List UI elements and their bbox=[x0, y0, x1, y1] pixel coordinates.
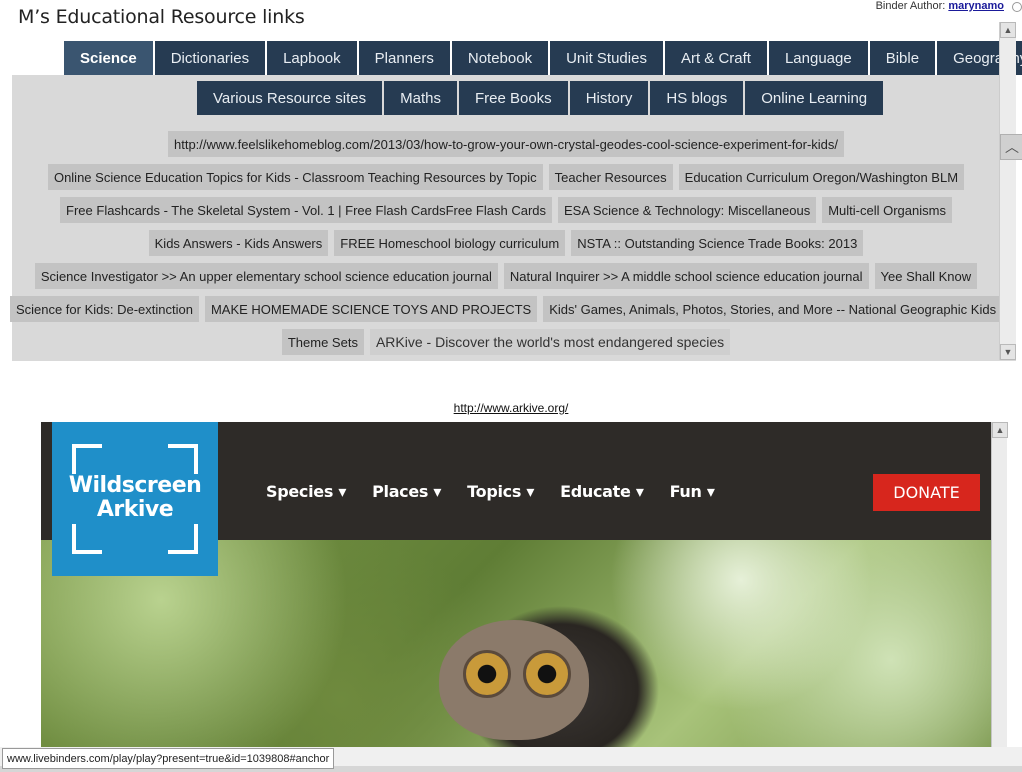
tab-planners[interactable]: Planners bbox=[358, 41, 450, 75]
link-item[interactable]: MAKE HOMEMADE SCIENCE TOYS AND PROJECTS bbox=[204, 296, 538, 322]
link-item[interactable]: Science Investigator >> An upper element… bbox=[34, 263, 498, 289]
arrow-down-icon[interactable]: ▼ bbox=[1000, 344, 1016, 360]
frame-scrollbar[interactable]: ▲ bbox=[991, 422, 1008, 762]
info-icon[interactable] bbox=[1012, 2, 1022, 12]
menu-fun[interactable]: Fun ▾ bbox=[670, 482, 715, 501]
tab-history[interactable]: History bbox=[569, 81, 649, 115]
link-row: Science for Kids: De-extinction MAKE HOM… bbox=[9, 296, 1003, 322]
site-menu: Species ▾ Places ▾ Topics ▾ Educate ▾ Fu… bbox=[266, 482, 741, 501]
tab-bible[interactable]: Bible bbox=[869, 41, 936, 75]
tab-art-craft[interactable]: Art & Craft bbox=[664, 41, 767, 75]
embedded-page: Species ▾ Places ▾ Topics ▾ Educate ▾ Fu… bbox=[41, 422, 991, 762]
binder-author: Binder Author: marynamo bbox=[876, 0, 1004, 12]
main-tabs: Science Dictionaries Lapbook Planners No… bbox=[64, 41, 1022, 75]
logo-line1: Wildscreen bbox=[68, 473, 202, 498]
link-item[interactable]: Yee Shall Know bbox=[874, 263, 978, 289]
tab-science[interactable]: Science bbox=[64, 41, 153, 75]
link-row: Science Investigator >> An upper element… bbox=[34, 263, 978, 289]
tab-hs-blogs[interactable]: HS blogs bbox=[650, 81, 744, 115]
link-item[interactable]: Science for Kids: De-extinction bbox=[9, 296, 199, 322]
tab-online-learning[interactable]: Online Learning bbox=[745, 81, 884, 115]
wildscreen-arkive-logo[interactable]: Wildscreen Arkive bbox=[52, 422, 218, 576]
link-row: http://www.feelslikehomeblog.com/2013/03… bbox=[168, 131, 844, 157]
link-item[interactable]: NSTA :: Outstanding Science Trade Books:… bbox=[571, 230, 864, 256]
link-item-selected[interactable]: ARKive - Discover the world's most endan… bbox=[369, 329, 731, 355]
menu-topics[interactable]: Topics ▾ bbox=[467, 482, 534, 501]
logo-corner bbox=[72, 524, 102, 554]
tab-free-books[interactable]: Free Books bbox=[458, 81, 568, 115]
link-item[interactable]: Online Science Education Topics for Kids… bbox=[47, 164, 543, 190]
link-list: http://www.feelslikehomeblog.com/2013/03… bbox=[9, 131, 1003, 355]
tab-lapbook[interactable]: Lapbook bbox=[267, 41, 357, 75]
link-item[interactable]: Free Flashcards - The Skeletal System - … bbox=[60, 197, 553, 223]
tab-various-resource-sites[interactable]: Various Resource sites bbox=[197, 81, 383, 115]
tab-maths[interactable]: Maths bbox=[384, 81, 457, 115]
sub-tabs: Various Resource sites Maths Free Books … bbox=[197, 81, 884, 115]
link-row: Free Flashcards - The Skeletal System - … bbox=[60, 197, 952, 223]
tab-language[interactable]: Language bbox=[768, 41, 868, 75]
chevron-up-icon[interactable]: ︿ bbox=[1000, 134, 1022, 160]
logo-line2: Arkive bbox=[96, 497, 174, 522]
link-item[interactable]: Education Curriculum Oregon/Washington B… bbox=[678, 164, 965, 190]
menu-places[interactable]: Places ▾ bbox=[372, 482, 441, 501]
status-url: www.livebinders.com/play/play?present=tr… bbox=[2, 748, 335, 769]
link-item[interactable]: Kids Answers - Kids Answers bbox=[148, 230, 329, 256]
monkey-eye bbox=[463, 650, 511, 698]
link-item[interactable]: http://www.feelslikehomeblog.com/2013/03… bbox=[168, 131, 844, 157]
logo-text: Wildscreen Arkive bbox=[52, 474, 218, 522]
panel-scrollbar[interactable]: ▲ ▼ bbox=[999, 22, 1016, 360]
link-row: Online Science Education Topics for Kids… bbox=[47, 164, 965, 190]
arrow-up-icon[interactable]: ▲ bbox=[1000, 22, 1016, 38]
author-link[interactable]: marynamo bbox=[948, 0, 1004, 12]
monkey-eye bbox=[523, 650, 571, 698]
link-item[interactable]: ESA Science & Technology: Miscellaneous bbox=[558, 197, 817, 223]
page-url[interactable]: http://www.arkive.org/ bbox=[0, 401, 1022, 415]
monkey-face bbox=[439, 620, 589, 740]
link-item[interactable]: Natural Inquirer >> A middle school scie… bbox=[503, 263, 869, 289]
menu-species[interactable]: Species ▾ bbox=[266, 482, 346, 501]
link-item[interactable]: Multi-cell Organisms bbox=[822, 197, 952, 223]
tab-dictionaries[interactable]: Dictionaries bbox=[154, 41, 266, 75]
link-item[interactable]: Kids' Games, Animals, Photos, Stories, a… bbox=[543, 296, 1003, 322]
menu-educate[interactable]: Educate ▾ bbox=[560, 482, 644, 501]
logo-corner bbox=[168, 444, 198, 474]
logo-corner bbox=[168, 524, 198, 554]
link-item[interactable]: FREE Homeschool biology curriculum bbox=[334, 230, 566, 256]
binder-title: M’s Educational Resource links bbox=[18, 6, 305, 28]
link-item[interactable]: Theme Sets bbox=[281, 329, 364, 355]
link-row: Theme Sets ARKive - Discover the world's… bbox=[281, 329, 731, 355]
author-label: Binder Author: bbox=[875, 0, 946, 12]
tab-notebook[interactable]: Notebook bbox=[451, 41, 549, 75]
link-item[interactable]: Teacher Resources bbox=[548, 164, 673, 190]
arrow-up-icon[interactable]: ▲ bbox=[992, 422, 1008, 438]
tab-unit-studies[interactable]: Unit Studies bbox=[550, 41, 663, 75]
donate-button[interactable]: DONATE bbox=[873, 474, 980, 511]
link-row: Kids Answers - Kids Answers FREE Homesch… bbox=[148, 230, 864, 256]
logo-corner bbox=[72, 444, 102, 474]
